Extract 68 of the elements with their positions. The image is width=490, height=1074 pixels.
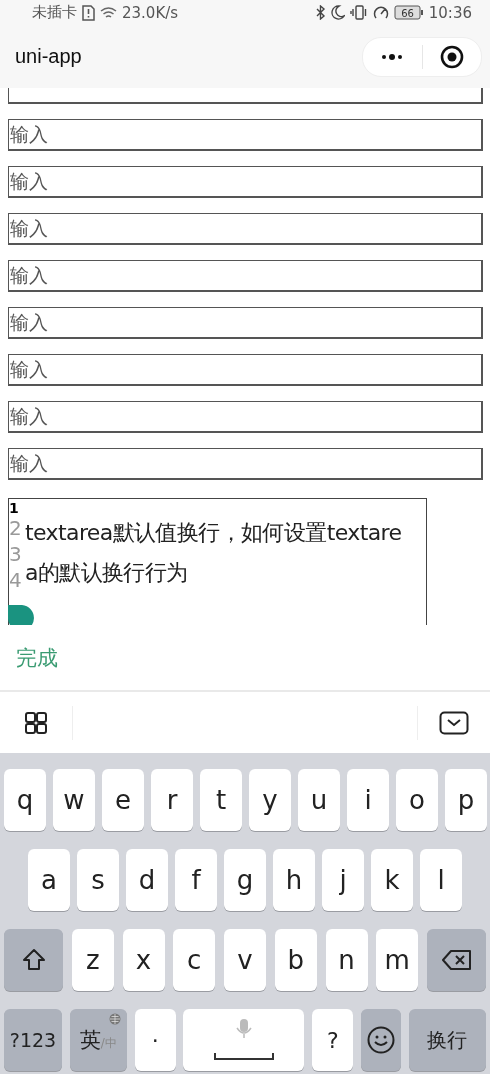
- input-field[interactable]: 输入: [8, 448, 483, 480]
- key[interactable]: t: [200, 769, 242, 831]
- key[interactable]: s: [77, 849, 119, 911]
- key[interactable]: d: [126, 849, 168, 911]
- key[interactable]: z: [71, 929, 114, 991]
- speed-text: 23.0K/s: [122, 3, 179, 22]
- key[interactable]: e: [102, 769, 144, 831]
- bluetooth-icon: [315, 5, 326, 20]
- line-number: 2: [9, 515, 23, 541]
- more-icon: [381, 53, 404, 60]
- mode-key[interactable]: ?123: [4, 1009, 62, 1071]
- key[interactable]: o: [396, 769, 438, 831]
- input-field[interactable]: 输入: [8, 401, 483, 433]
- textarea-text: textarea默认值换行，如何设置textare: [25, 519, 402, 547]
- page-title: uni-app: [15, 45, 83, 68]
- key[interactable]: g: [224, 849, 266, 911]
- key[interactable]: k: [371, 849, 413, 911]
- key[interactable]: u: [298, 769, 340, 831]
- gauge-icon: [372, 5, 389, 20]
- key[interactable]: b: [274, 929, 317, 991]
- enter-key[interactable]: 换行: [408, 1009, 486, 1071]
- carrier-text: 未插卡: [32, 3, 77, 22]
- input-field[interactable]: 输入: [8, 354, 483, 386]
- key[interactable]: c: [173, 929, 216, 991]
- key[interactable]: a: [28, 849, 70, 911]
- line-number: 1: [9, 501, 20, 515]
- time-text: 10:36: [428, 3, 472, 22]
- key[interactable]: v: [224, 929, 266, 991]
- chevron-down-icon: [439, 710, 469, 735]
- key[interactable]: h: [273, 849, 315, 911]
- key[interactable]: j: [322, 849, 364, 911]
- microphone-space-icon: [214, 1018, 274, 1062]
- input-field[interactable]: 输入: [8, 213, 483, 245]
- backspace-icon: [441, 949, 472, 971]
- key[interactable]: r: [151, 769, 193, 831]
- moon-icon: [330, 5, 345, 20]
- key[interactable]: p: [445, 769, 487, 831]
- line-number: 3: [9, 541, 23, 567]
- key[interactable]: n: [325, 929, 368, 991]
- key[interactable]: y: [249, 769, 291, 831]
- key[interactable]: f: [175, 849, 217, 911]
- target-icon: [439, 44, 464, 69]
- key-label: 英: [79, 1027, 101, 1054]
- vibrate-icon: [349, 5, 368, 20]
- input-field[interactable]: 输入: [8, 307, 483, 339]
- key[interactable]: l: [420, 849, 462, 911]
- smiley-icon: [367, 1026, 396, 1054]
- sim-icon: [82, 4, 95, 21]
- input-field[interactable]: 输入: [8, 119, 483, 151]
- backspace-key[interactable]: [427, 929, 486, 991]
- shift-key[interactable]: [4, 929, 63, 991]
- key[interactable]: x: [122, 929, 165, 991]
- input-field[interactable]: 输入: [8, 260, 483, 292]
- key[interactable]: ?: [312, 1009, 354, 1071]
- input-field[interactable]: 输入: [8, 166, 483, 198]
- key[interactable]: q: [4, 769, 46, 831]
- wifi-icon: [100, 5, 117, 20]
- key[interactable]: w: [53, 769, 95, 831]
- key[interactable]: ·: [134, 1009, 176, 1071]
- textarea-text: a的默认换行行为: [25, 559, 189, 587]
- shift-icon: [20, 947, 47, 973]
- grid-icon: [24, 710, 48, 735]
- key[interactable]: i: [347, 769, 389, 831]
- battery-icon: 66: [393, 5, 424, 20]
- line-number: 4: [9, 567, 23, 593]
- emoji-key[interactable]: [361, 1009, 402, 1071]
- key[interactable]: m: [376, 929, 419, 991]
- globe-icon: [108, 1013, 121, 1025]
